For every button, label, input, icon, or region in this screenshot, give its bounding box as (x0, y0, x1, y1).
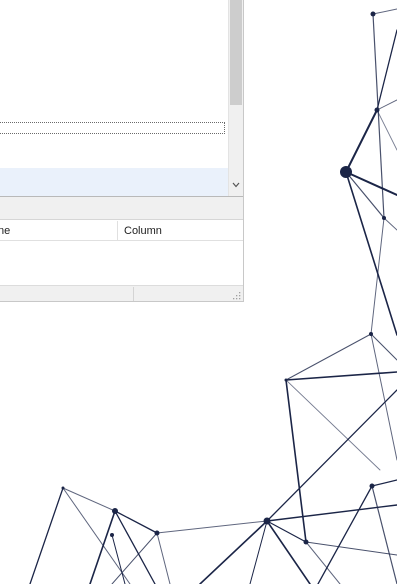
error-list-header: ne Column (0, 221, 243, 241)
status-bar (0, 285, 243, 301)
scrollbar-thumb[interactable] (230, 0, 242, 105)
resize-grip-icon[interactable] (233, 292, 241, 300)
chevron-down-icon (232, 182, 240, 188)
ide-window: ne Column (0, 0, 244, 302)
error-list-body[interactable] (0, 241, 243, 285)
selected-row[interactable] (0, 168, 228, 196)
column-divider[interactable] (117, 221, 118, 241)
column-header-name[interactable]: ne (0, 225, 110, 237)
scroll-down-button[interactable] (229, 178, 243, 192)
vertical-scrollbar[interactable] (228, 0, 243, 196)
pane-splitter[interactable] (0, 196, 243, 220)
status-separator (133, 287, 134, 301)
focused-row[interactable] (0, 122, 225, 134)
editor-list-pane[interactable] (0, 0, 243, 196)
column-header-column[interactable]: Column (124, 225, 162, 237)
